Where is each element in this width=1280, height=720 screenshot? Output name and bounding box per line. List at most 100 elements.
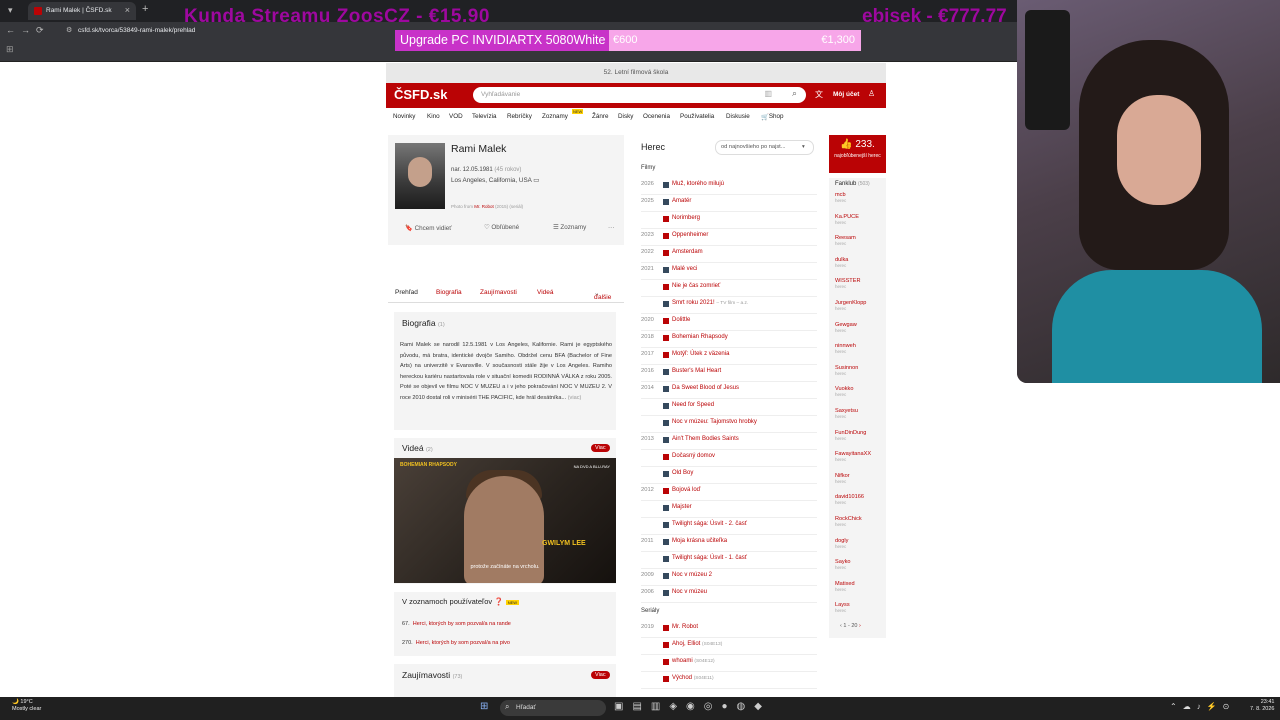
row-title[interactable]: Ahoj, Elliot (S04E13) bbox=[672, 641, 722, 647]
menu-item-shop[interactable]: 🛒 Shop bbox=[761, 113, 784, 121]
filmography-row[interactable]: Dočasný domov bbox=[641, 449, 817, 467]
row-title[interactable]: Need for Speed bbox=[672, 402, 714, 408]
row-title[interactable]: Twilight sága: Úsvit - 2. časť bbox=[672, 521, 747, 527]
weather-widget[interactable]: 🌙 19°C Mostly clear bbox=[12, 699, 41, 713]
filmography-row[interactable]: 2017 Motýľ: Útek z väzenia bbox=[641, 347, 817, 365]
row-title[interactable]: Noc v múzeu bbox=[672, 589, 707, 595]
menu-item[interactable]: Zoznamy bbox=[542, 113, 568, 120]
trivia-more-button[interactable]: Viac bbox=[591, 671, 610, 679]
menu-item[interactable]: Kino bbox=[427, 113, 440, 120]
fanclub-member[interactable]: Saxyetsu herec bbox=[835, 408, 858, 419]
filmography-row[interactable]: Twilight sága: Úsvit - 1. časť bbox=[641, 551, 817, 569]
want-to-see-button[interactable]: 🔖 Chcem vidieť bbox=[405, 224, 452, 236]
site-info-icon[interactable]: ⚙ bbox=[66, 26, 72, 34]
fanclub-member[interactable]: Ka.PUCE herec bbox=[835, 214, 859, 225]
menu-item[interactable]: Diskusie bbox=[726, 113, 750, 120]
account-link[interactable]: Môj účet bbox=[833, 91, 859, 98]
filmography-row[interactable]: Nie je čas zomrieť bbox=[641, 279, 817, 297]
filmography-row[interactable]: Smrt roku 2021! – TV film – a.z. bbox=[641, 296, 817, 314]
taskbar-search[interactable]: ⌕ Hľadať bbox=[500, 700, 606, 716]
row-title[interactable]: Malé veci bbox=[672, 266, 697, 272]
filmography-row[interactable]: Východ (S04E11) bbox=[641, 671, 817, 689]
fanclub-member[interactable]: mcb herec bbox=[835, 192, 846, 203]
fanclub-member[interactable]: FawayitanaXX herec bbox=[835, 451, 871, 462]
photo-from-link[interactable]: Mr. Robot bbox=[474, 204, 494, 209]
menu-item[interactable]: Rebríčky bbox=[507, 113, 532, 120]
next-page-icon[interactable]: › bbox=[859, 623, 861, 629]
row-title[interactable]: Moja krásna učiteľka bbox=[672, 538, 727, 544]
filmography-row[interactable]: Need for Speed bbox=[641, 398, 817, 416]
filmography-row[interactable]: 2026 Muž, ktorého milujú bbox=[641, 177, 817, 195]
row-title[interactable]: Oppenheimer bbox=[672, 232, 708, 238]
help-icon[interactable]: ❓ bbox=[494, 597, 503, 606]
search-input[interactable]: Vyhľadávanie ▥ ⌕ bbox=[473, 87, 806, 103]
menu-item[interactable]: Disky bbox=[618, 113, 633, 120]
new-tab-icon[interactable]: + bbox=[142, 3, 148, 15]
biography-more-link[interactable]: (viac) bbox=[568, 395, 582, 401]
barcode-icon[interactable]: ▥ bbox=[764, 89, 772, 98]
fanclub-member[interactable]: Reesam herec bbox=[835, 235, 856, 246]
user-list-item[interactable]: 67. Herci, ktorých by som pozval/a na ra… bbox=[402, 621, 511, 627]
filmography-row[interactable]: Ahoj, Elliot (S04E13) bbox=[641, 637, 817, 655]
tab-more[interactable]: ďalšie ⌄ bbox=[594, 289, 611, 301]
site-logo[interactable]: ČSFD.sk bbox=[394, 87, 466, 104]
fanclub-member[interactable]: david10166 herec bbox=[835, 494, 864, 505]
row-title[interactable]: Muž, ktorého milujú bbox=[672, 181, 724, 187]
fanclub-member[interactable]: FunDinDung herec bbox=[835, 430, 866, 441]
system-tray-icons[interactable]: ⌃☁♪⚡⊙ bbox=[1170, 702, 1235, 711]
menu-item[interactable]: Používatelia bbox=[680, 113, 714, 120]
row-title[interactable]: Amatér bbox=[672, 198, 691, 204]
filmography-row[interactable]: Old Boy bbox=[641, 466, 817, 484]
row-title[interactable]: whoami (S04E12) bbox=[672, 658, 715, 664]
language-icon[interactable]: 文 bbox=[815, 89, 823, 100]
filmography-row[interactable]: 2011 Moja krásna učiteľka bbox=[641, 534, 817, 552]
filmography-row[interactable]: 2013 Ain't Them Bodies Saints bbox=[641, 432, 817, 450]
filmography-row[interactable]: 2022 Amsterdam bbox=[641, 245, 817, 263]
row-title[interactable]: Da Sweet Blood of Jesus bbox=[672, 385, 739, 391]
fanclub-member[interactable]: Matixed herec bbox=[835, 581, 855, 592]
lists-button[interactable]: ☰ Zoznamy bbox=[553, 224, 586, 236]
top-banner[interactable]: 52. Letní filmová škola bbox=[386, 63, 886, 83]
more-options-icon[interactable]: ··· bbox=[608, 224, 614, 236]
apps-grid-icon[interactable]: ⊞ bbox=[6, 44, 14, 55]
favorite-button[interactable]: ♡ Obľúbené bbox=[484, 224, 519, 236]
tab-overview[interactable]: Prehľad bbox=[395, 289, 418, 296]
filmography-row[interactable]: 2021 Malé veci bbox=[641, 262, 817, 280]
fanclub-member[interactable]: Sayko herec bbox=[835, 559, 851, 570]
fanclub-member[interactable]: RockChick herec bbox=[835, 516, 862, 527]
close-tab-icon[interactable]: × bbox=[125, 5, 130, 15]
browser-tab[interactable]: Rami Malek | ČSFD.sk × bbox=[28, 2, 136, 20]
fanclub-member[interactable]: Layss herec bbox=[835, 602, 850, 613]
row-title[interactable]: Noc v múzeu: Tajomstvo hrobky bbox=[672, 419, 757, 425]
row-title[interactable]: Nie je čas zomrieť bbox=[672, 283, 720, 289]
filmography-row[interactable]: 2014 Da Sweet Blood of Jesus bbox=[641, 381, 817, 399]
filmography-row[interactable]: 2020 Dolittle bbox=[641, 313, 817, 331]
row-title[interactable]: Východ (S04E11) bbox=[672, 675, 714, 681]
fanclub-member[interactable]: Susinnon herec bbox=[835, 365, 858, 376]
videos-more-button[interactable]: Viac bbox=[591, 444, 610, 452]
filmography-row[interactable]: Norimberg bbox=[641, 211, 817, 229]
filmography-row[interactable]: Noc v múzeu: Tajomstvo hrobky bbox=[641, 415, 817, 433]
row-title[interactable]: Dočasný domov bbox=[672, 453, 715, 459]
search-icon[interactable]: ⌕ bbox=[792, 88, 797, 99]
menu-item[interactable]: VOD bbox=[449, 113, 463, 120]
tab-biography[interactable]: Biografia bbox=[436, 289, 462, 296]
sort-select[interactable]: od najnovšieho po najst... ▾ bbox=[715, 140, 814, 155]
row-title[interactable]: Motýľ: Útek z väzenia bbox=[672, 351, 729, 357]
row-title[interactable]: Buster's Mal Heart bbox=[672, 368, 721, 374]
rank-badge[interactable]: 👍 233. najobľúbenejší herec bbox=[829, 135, 886, 173]
filmography-row[interactable]: Twilight sága: Úsvit - 2. časť bbox=[641, 517, 817, 535]
row-title[interactable]: Noc v múzeu 2 bbox=[672, 572, 712, 578]
tab-videos[interactable]: Videá bbox=[537, 289, 554, 296]
fanclub-member[interactable]: Nifkor herec bbox=[835, 473, 850, 484]
row-title[interactable]: Bohemian Rhapsody bbox=[672, 334, 728, 340]
fanclub-member[interactable]: ninnweh herec bbox=[835, 343, 856, 354]
tab-search-icon[interactable]: ▾ bbox=[8, 5, 13, 16]
fanclub-member[interactable]: WISSTER herec bbox=[835, 278, 860, 289]
video-thumbnail[interactable]: BOHEMIAN RHAPSODY NA DVD A BLU-RAY GWILY… bbox=[394, 458, 616, 583]
fanclub-member[interactable]: dogly herec bbox=[835, 538, 848, 549]
row-title[interactable]: Ain't Them Bodies Saints bbox=[672, 436, 739, 442]
row-title[interactable]: Smrt roku 2021! – TV film – a.z. bbox=[672, 300, 748, 306]
actor-photo[interactable] bbox=[395, 143, 445, 209]
row-title[interactable]: Amsterdam bbox=[672, 249, 703, 255]
